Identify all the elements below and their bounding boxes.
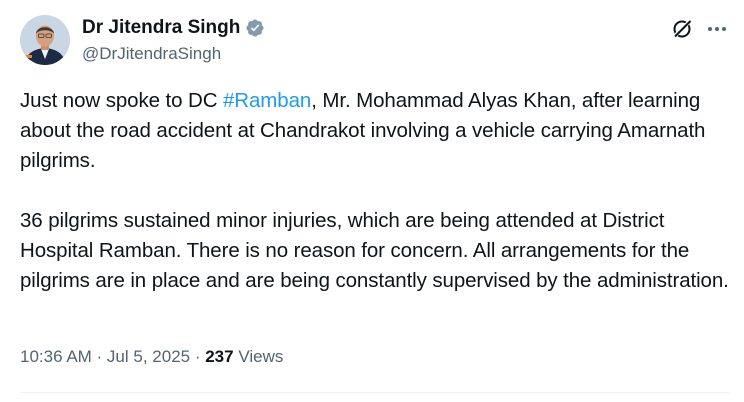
views-count[interactable]: 237 [205, 347, 233, 366]
grok-icon[interactable] [671, 18, 693, 40]
more-dot [708, 27, 712, 31]
author-block: Dr Jitendra Singh @DrJitendraSingh [82, 16, 265, 64]
handle[interactable]: @DrJitendraSingh [82, 44, 265, 64]
tweet-paragraph-2: 36 pilgrims sustained minor injuries, wh… [20, 209, 729, 292]
tweet-paragraph-1: Just now spoke to DC #Ramban, Mr. Mohamm… [20, 86, 730, 176]
divider [20, 392, 730, 393]
avatar[interactable] [20, 15, 70, 65]
views-label: Views [233, 347, 284, 366]
more-options-icon[interactable] [705, 18, 729, 40]
avatar-image [20, 15, 70, 65]
tweet-text-p1-start: Just now spoke to DC [20, 89, 223, 112]
tweet-meta: 10:36 AM · Jul 5, 2025 · 237 Views [20, 346, 283, 368]
more-dot [722, 27, 726, 31]
name-row: Dr Jitendra Singh [82, 16, 265, 40]
display-name[interactable]: Dr Jitendra Singh [82, 17, 240, 39]
meta-separator: · [190, 347, 206, 366]
hashtag-link[interactable]: #Ramban [223, 89, 311, 112]
timestamp[interactable]: 10:36 AM · Jul 5, 2025 [20, 347, 190, 366]
verified-badge-icon[interactable] [245, 18, 265, 38]
more-dot [715, 27, 719, 31]
tweet-text: Just now spoke to DC #Ramban, Mr. Mohamm… [20, 86, 730, 296]
